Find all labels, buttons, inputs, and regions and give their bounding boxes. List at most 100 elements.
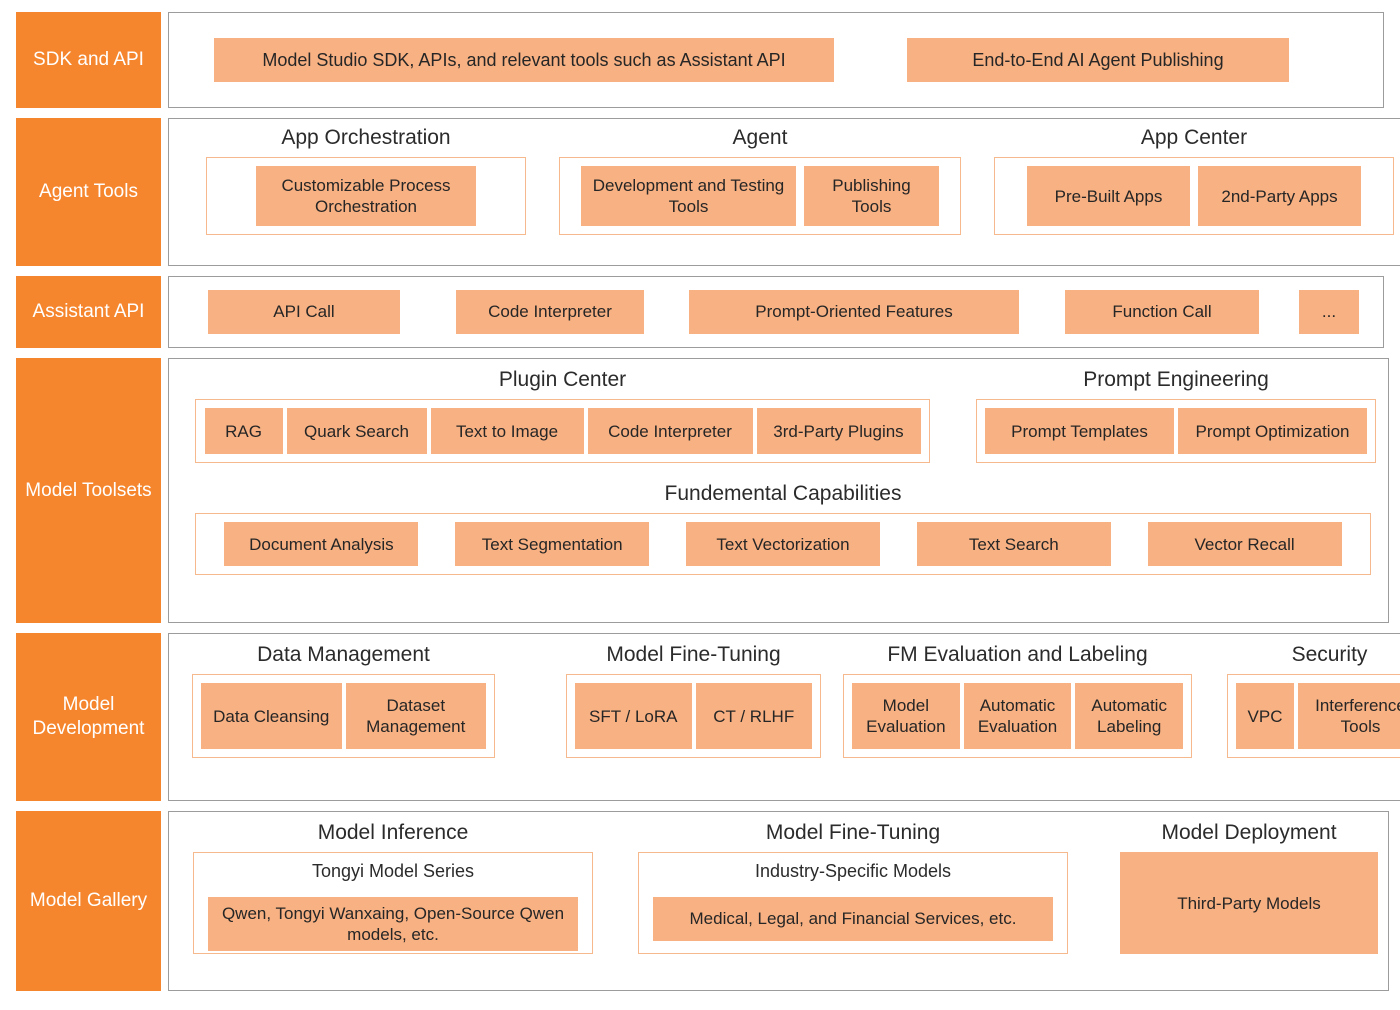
chip-code-interpreter[interactable]: Code Interpreter: [456, 290, 644, 334]
layer-body-sdk-and-api: Model Studio SDK, APIs, and relevant too…: [168, 12, 1384, 108]
group-box-app-orchestration: Customizable Process Orchestration: [206, 157, 526, 236]
layer-label-model-gallery: Model Gallery: [16, 811, 161, 991]
subtitle-tongyi-model-series: Tongyi Model Series: [311, 861, 475, 882]
assistant-api-chips: API Call Code Interpreter Prompt-Oriente…: [181, 290, 1371, 334]
group-title-app-orchestration: App Orchestration: [281, 126, 451, 149]
group-data-management: Data Management Data Cleansing Dataset M…: [192, 642, 495, 759]
group-model-inference: Model Inference Tongyi Model Series Qwen…: [193, 820, 593, 955]
group-box-prompt-engineering: Prompt Templates Prompt Optimization: [976, 399, 1376, 464]
chip-document-analysis[interactable]: Document Analysis: [224, 522, 419, 567]
group-fundemental-capabilities: Fundemental Capabilities Document Analys…: [195, 481, 1371, 576]
chip-more-ellipsis[interactable]: ...: [1299, 290, 1359, 334]
group-box-fundemental-capabilities: Document Analysis Text Segmentation Text…: [195, 513, 1371, 576]
chip-model-evaluation[interactable]: Model Evaluation: [852, 683, 960, 750]
group-box-model-inference: Tongyi Model Series Qwen, Tongyi Wanxain…: [193, 852, 593, 955]
model-toolsets-bottom-groups: Fundemental Capabilities Document Analys…: [181, 481, 1376, 576]
group-title-model-fine-tuning: Model Fine-Tuning: [606, 643, 781, 666]
chip-code-interpreter-plugin[interactable]: Code Interpreter: [587, 408, 753, 455]
chip-text-vectorization[interactable]: Text Vectorization: [685, 522, 880, 567]
chip-text-search[interactable]: Text Search: [916, 522, 1111, 567]
chip-industry-services[interactable]: Medical, Legal, and Financial Services, …: [653, 896, 1053, 942]
layer-model-development: Model Development Data Management Data C…: [16, 633, 1400, 801]
group-box-app-center: Pre-Built Apps 2nd-Party Apps: [994, 157, 1394, 236]
group-title-data-management: Data Management: [257, 643, 430, 666]
layer-label-agent-tools: Agent Tools: [16, 118, 161, 266]
chip-function-call[interactable]: Function Call: [1065, 290, 1259, 334]
model-toolsets-top-groups: Plugin Center RAG Quark Search Text to I…: [181, 367, 1376, 464]
chip-api-call[interactable]: API Call: [208, 290, 400, 334]
chip-dataset-management[interactable]: Dataset Management: [345, 683, 486, 750]
group-title-model-inference: Model Inference: [317, 821, 469, 844]
chip-prompt-optimization[interactable]: Prompt Optimization: [1178, 408, 1367, 455]
group-title-security: Security: [1291, 643, 1368, 666]
chip-end-to-end-ai-agent-publishing[interactable]: End-to-End AI Agent Publishing: [907, 38, 1289, 82]
chip-2nd-party-apps[interactable]: 2nd-Party Apps: [1198, 166, 1361, 227]
chip-automatic-evaluation[interactable]: Automatic Evaluation: [963, 683, 1072, 750]
chip-ct-rlhf[interactable]: CT / RLHF: [695, 683, 812, 750]
group-box-fm-evaluation-and-labeling: Model Evaluation Automatic Evaluation Au…: [843, 674, 1192, 759]
subtitle-industry-specific-models: Industry-Specific Models: [754, 861, 952, 882]
agent-tools-groups: App Orchestration Customizable Process O…: [179, 125, 1394, 236]
group-title-fm-evaluation-and-labeling: FM Evaluation and Labeling: [887, 643, 1148, 666]
group-box-agent: Development and Testing Tools Publishing…: [559, 157, 961, 236]
layer-agent-tools: Agent Tools App Orchestration Customizab…: [16, 118, 1400, 266]
layer-label-sdk-and-api: SDK and API: [16, 12, 161, 108]
group-app-center: App Center Pre-Built Apps 2nd-Party Apps: [994, 125, 1394, 236]
layer-sdk-and-api: SDK and API Model Studio SDK, APIs, and …: [16, 12, 1384, 108]
group-fm-evaluation-and-labeling: FM Evaluation and Labeling Model Evaluat…: [843, 642, 1192, 759]
chip-text-to-image[interactable]: Text to Image: [430, 408, 584, 455]
group-title-agent: Agent: [732, 126, 788, 149]
chip-development-and-testing-tools[interactable]: Development and Testing Tools: [581, 166, 796, 227]
group-prompt-engineering: Prompt Engineering Prompt Templates Prom…: [976, 367, 1376, 464]
chip-prompt-oriented-features[interactable]: Prompt-Oriented Features: [689, 290, 1019, 334]
chip-pre-built-apps[interactable]: Pre-Built Apps: [1027, 166, 1190, 227]
layer-model-gallery: Model Gallery Model Inference Tongyi Mod…: [16, 811, 1389, 991]
group-title-fundemental-capabilities: Fundemental Capabilities: [664, 482, 902, 506]
group-title-prompt-engineering: Prompt Engineering: [1083, 368, 1269, 391]
chip-third-party-models[interactable]: Third-Party Models: [1120, 852, 1378, 955]
layer-body-model-toolsets: Plugin Center RAG Quark Search Text to I…: [168, 358, 1389, 623]
layer-label-assistant-api: Assistant API: [16, 276, 161, 348]
group-security: Security VPC Interference Tools: [1227, 642, 1400, 759]
chip-prompt-templates[interactable]: Prompt Templates: [985, 408, 1174, 455]
layer-model-toolsets: Model Toolsets Plugin Center RAG Quark S…: [16, 358, 1389, 623]
layer-assistant-api: Assistant API API Call Code Interpreter …: [16, 276, 1384, 348]
group-plugin-center: Plugin Center RAG Quark Search Text to I…: [195, 367, 930, 464]
chip-publishing-tools[interactable]: Publishing Tools: [804, 166, 939, 227]
layer-body-model-development: Data Management Data Cleansing Dataset M…: [168, 633, 1400, 801]
layer-body-agent-tools: App Orchestration Customizable Process O…: [168, 118, 1400, 266]
chip-customizable-process-orchestration[interactable]: Customizable Process Orchestration: [256, 166, 476, 227]
group-box-model-fine-tuning-gallery: Industry-Specific Models Medical, Legal,…: [638, 852, 1068, 955]
chip-data-cleansing[interactable]: Data Cleansing: [201, 683, 342, 750]
model-development-groups: Data Management Data Cleansing Dataset M…: [179, 642, 1400, 759]
group-title-model-deployment: Model Deployment: [1161, 821, 1337, 844]
layer-label-model-toolsets: Model Toolsets: [16, 358, 161, 623]
chip-quark-search[interactable]: Quark Search: [286, 408, 427, 455]
group-title-plugin-center: Plugin Center: [498, 368, 627, 391]
group-box-security: VPC Interference Tools: [1227, 674, 1400, 759]
chip-3rd-party-plugins[interactable]: 3rd-Party Plugins: [756, 408, 921, 455]
group-model-deployment: Model Deployment Third-Party Models: [1120, 820, 1378, 955]
chip-interference-tools[interactable]: Interference Tools: [1298, 683, 1400, 750]
group-box-data-management: Data Cleansing Dataset Management: [192, 674, 495, 759]
group-agent: Agent Development and Testing Tools Publ…: [559, 125, 961, 236]
chip-rag[interactable]: RAG: [204, 408, 283, 455]
chip-automatic-labeling[interactable]: Automatic Labeling: [1075, 683, 1184, 750]
chip-text-segmentation[interactable]: Text Segmentation: [455, 522, 650, 567]
chip-sft-lora[interactable]: SFT / LoRA: [575, 683, 692, 750]
chip-vector-recall[interactable]: Vector Recall: [1147, 522, 1342, 567]
model-gallery-groups: Model Inference Tongyi Model Series Qwen…: [179, 820, 1378, 955]
chip-model-studio-sdk[interactable]: Model Studio SDK, APIs, and relevant too…: [214, 38, 834, 82]
architecture-diagram: SDK and API Model Studio SDK, APIs, and …: [0, 0, 1400, 1010]
chip-qwen-models[interactable]: Qwen, Tongyi Wanxaing, Open-Source Qwen …: [208, 896, 578, 952]
group-app-orchestration: App Orchestration Customizable Process O…: [206, 125, 526, 236]
group-title-model-fine-tuning-gallery: Model Fine-Tuning: [765, 821, 941, 844]
group-box-plugin-center: RAG Quark Search Text to Image Code Inte…: [195, 399, 930, 464]
layer-body-assistant-api: API Call Code Interpreter Prompt-Oriente…: [168, 276, 1384, 348]
group-box-model-fine-tuning: SFT / LoRA CT / RLHF: [566, 674, 821, 759]
group-model-fine-tuning: Model Fine-Tuning SFT / LoRA CT / RLHF: [566, 642, 821, 759]
layer-body-model-gallery: Model Inference Tongyi Model Series Qwen…: [168, 811, 1389, 991]
layer-label-model-development: Model Development: [16, 633, 161, 801]
group-model-fine-tuning-gallery: Model Fine-Tuning Industry-Specific Mode…: [638, 820, 1068, 955]
chip-vpc[interactable]: VPC: [1236, 683, 1294, 750]
